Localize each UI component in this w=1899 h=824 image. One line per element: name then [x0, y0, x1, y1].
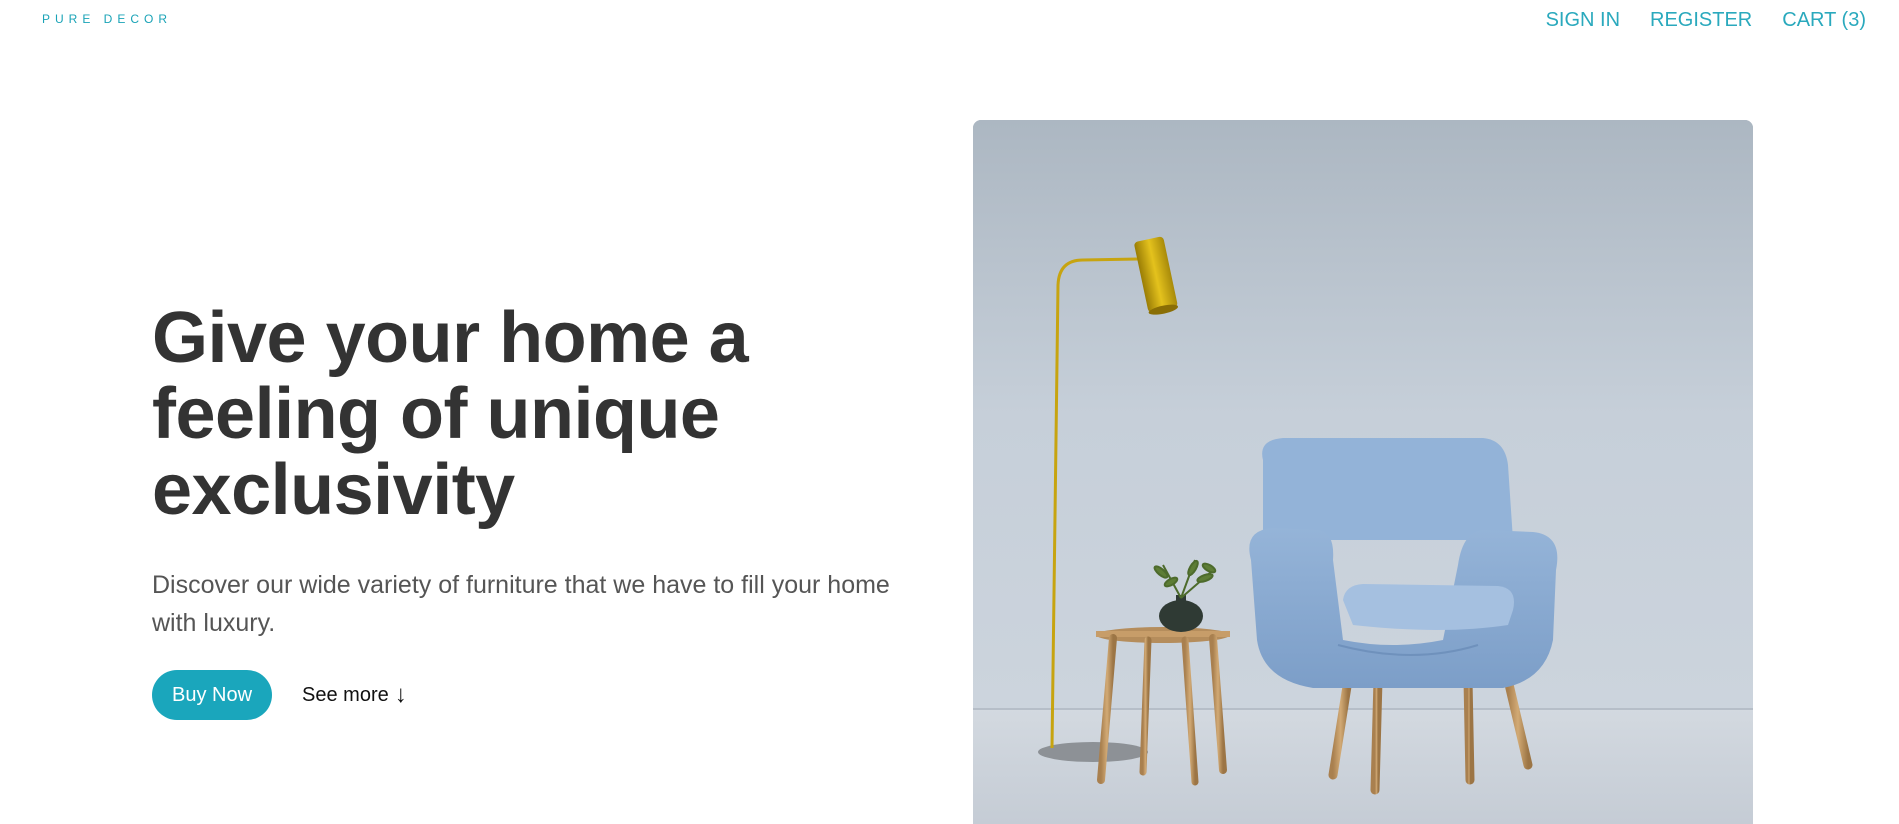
- cart-link[interactable]: CART (3): [1782, 9, 1866, 32]
- sign-in-link[interactable]: SIGN IN: [1546, 9, 1620, 32]
- armchair-scene-illustration: [973, 120, 1753, 824]
- hero-image: [973, 120, 1753, 824]
- hero-headline: Give your home a feeling of unique exclu…: [152, 298, 749, 530]
- site-logo[interactable]: PURE DECOR: [42, 12, 172, 26]
- hero-text: Give your home a feeling of unique exclu…: [152, 300, 912, 642]
- hero-subtext: Discover our wide variety of furniture t…: [152, 571, 890, 637]
- register-link[interactable]: REGISTER: [1650, 9, 1752, 32]
- top-nav: SIGN IN REGISTER CART (3): [1546, 9, 1866, 32]
- hero-actions: Buy Now See more ↓: [152, 670, 407, 720]
- see-more-link[interactable]: See more ↓: [302, 681, 407, 709]
- arrow-down-icon: ↓: [394, 681, 407, 708]
- top-bar: PURE DECOR SIGN IN REGISTER CART (3): [0, 0, 1899, 48]
- buy-now-button[interactable]: Buy Now: [152, 670, 273, 720]
- see-more-label: See more: [302, 683, 389, 706]
